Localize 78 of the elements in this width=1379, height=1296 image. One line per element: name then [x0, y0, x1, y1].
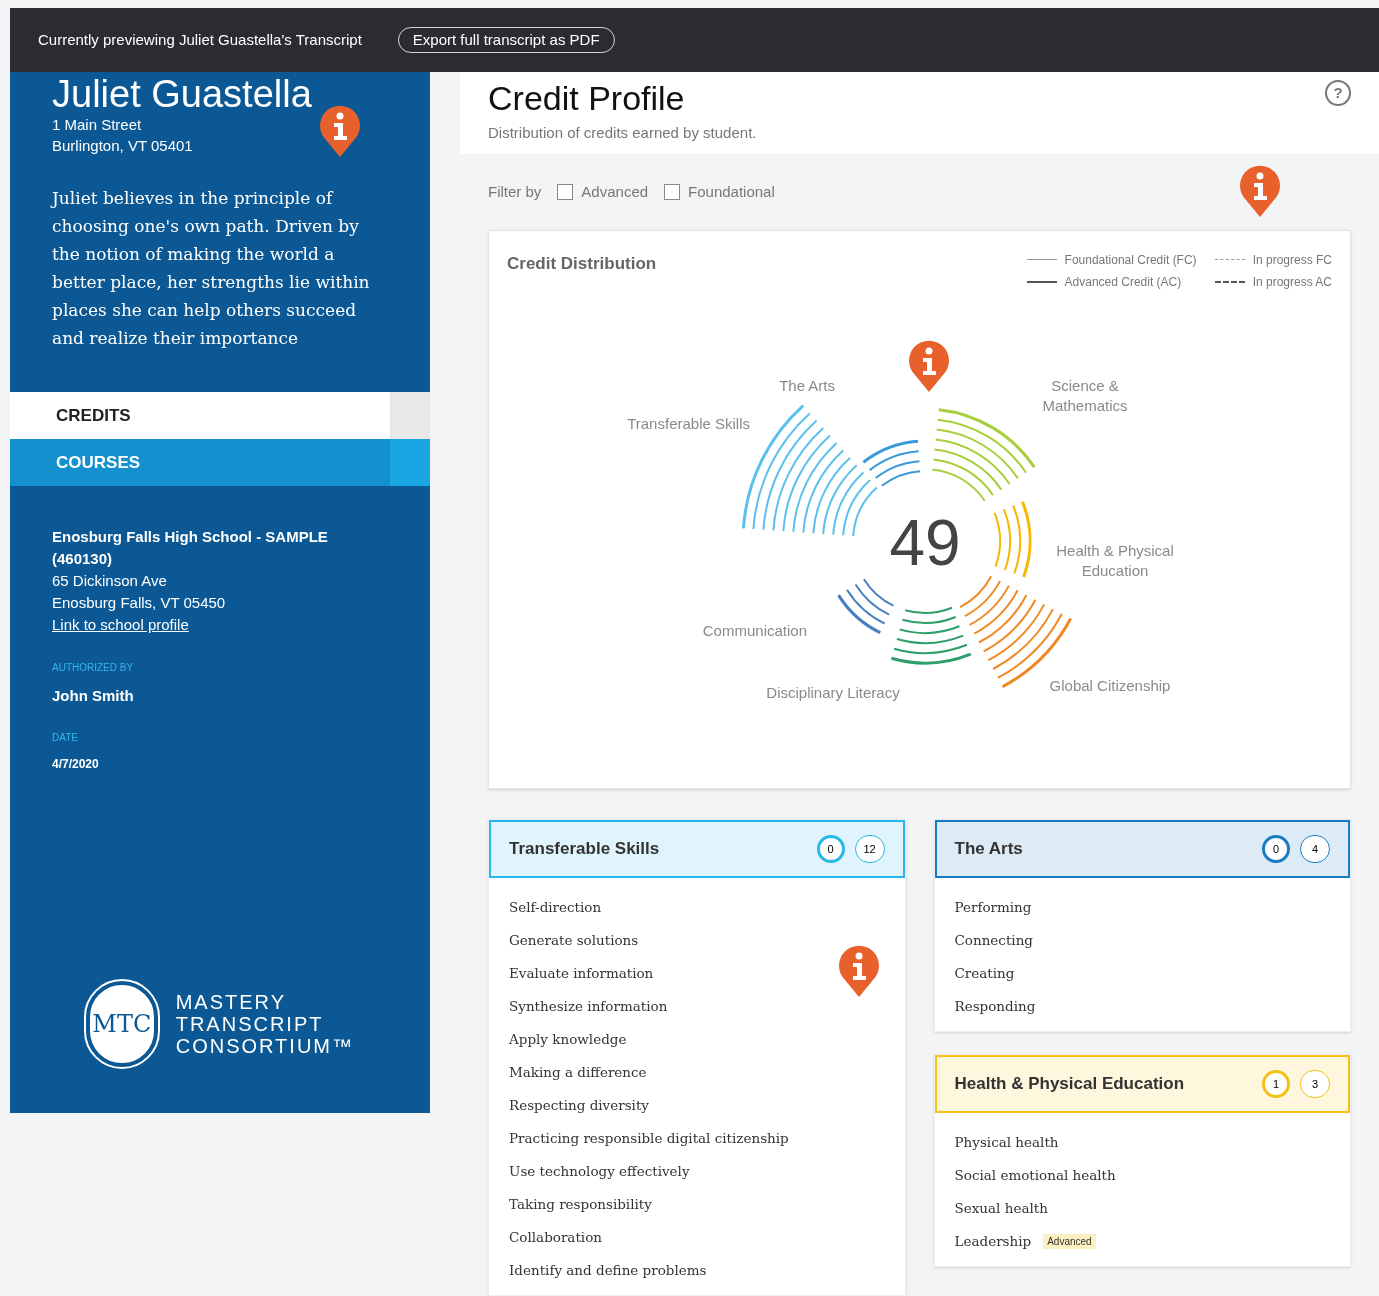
competency-item: Respecting diversity: [509, 1096, 649, 1115]
info-pin-icon: [1238, 164, 1282, 218]
nav-tab[interactable]: COURSES: [10, 439, 430, 486]
authorizer-name: John Smith: [52, 686, 135, 706]
legend-line-icon: [1026, 281, 1057, 283]
total-count: 3: [1300, 1070, 1330, 1098]
competency-item: Creating: [954, 964, 1015, 983]
legend-label: Advanced Credit (AC): [1064, 274, 1182, 291]
legend-label: In progress FC: [1252, 252, 1332, 269]
school-info-line: Enosburg Falls High School - SAMPLE (460130): [52, 527, 329, 569]
authorized-label: AUTHORIZED BY: [52, 661, 135, 675]
legend-line-icon: [1026, 259, 1057, 261]
nav-tab[interactable]: CREDITS: [10, 392, 430, 439]
total-count: 12: [854, 835, 885, 863]
competency-item: Evaluate information: [509, 964, 654, 983]
earned-count: 0: [816, 835, 845, 863]
earned-count: 0: [1262, 835, 1290, 863]
school-profile-link[interactable]: Link to school profile: [52, 614, 189, 636]
competency-item: Synthesize information: [509, 997, 668, 1016]
competency-item: Apply knowledge: [509, 1030, 627, 1049]
page-title: Credit Profile: [488, 78, 686, 119]
competency-item: Connecting: [954, 931, 1033, 950]
chart-title: Credit Distribution: [507, 253, 657, 275]
school-info-line: Enosburg Falls, VT 05450: [52, 593, 227, 613]
competency-item: Taking responsibility: [509, 1195, 652, 1214]
legend-label: Foundational Credit (FC): [1064, 252, 1197, 269]
competency-item: Making a difference: [509, 1063, 647, 1082]
logo-wordmark-line: CONSORTIUM™: [175, 1035, 354, 1057]
student-address-line: 1 Main Street: [52, 115, 143, 135]
student-address-line: Burlington, VT 05401: [52, 136, 194, 156]
segment-label: The Arts: [779, 377, 835, 394]
competency-item: Practicing responsible digital citizenship: [509, 1129, 789, 1148]
filter-option-label: Advanced: [581, 181, 649, 202]
total-count: 4: [1300, 835, 1330, 863]
competency-item: Performing: [954, 898, 1032, 917]
segment-label: Health & Physical Education: [1056, 542, 1174, 579]
filter-option-label: Foundational: [688, 181, 775, 202]
competency-item: Self-direction: [509, 898, 602, 917]
preview-notice: Currently previewing Juliet Guastella's Transcript: [38, 29, 362, 50]
card-title: Transferable Skills: [509, 838, 660, 861]
card-title: The Arts: [954, 838, 1023, 861]
logo-mark: MTC: [86, 981, 158, 1067]
logo-wordmark-line: MASTERY: [175, 991, 287, 1013]
competency-item: Use technology effectively: [509, 1162, 690, 1181]
logo-wordmark-line: TRANSCRIPT: [175, 1013, 325, 1035]
legend-line-icon: [1214, 281, 1245, 283]
competency-item: Sexual health: [954, 1199, 1048, 1218]
segment-label: Disciplinary Literacy: [766, 684, 900, 701]
filter-label: Filter by: [488, 181, 542, 202]
competency-item: Collaboration: [509, 1228, 602, 1247]
segment-label: Global Citizenship: [1049, 677, 1171, 694]
transcript-date: 4/7/2020: [52, 755, 100, 773]
school-info-line: 65 Dickinson Ave: [52, 571, 168, 591]
info-pin-icon: [907, 339, 951, 393]
student-bio: Juliet believes in the principle of choosing one's own path. Driven by the notion of making the world a better place, her strengths lie within places she can help others succeed and realize their importance: [52, 187, 371, 350]
segment-label: Science & Mathematics: [1042, 377, 1128, 414]
competency-item: Generate solutions: [509, 931, 639, 950]
segment-label: Communication: [702, 622, 807, 639]
competency-item: Physical health: [954, 1133, 1059, 1152]
competency-item: Identify and define problems: [509, 1261, 707, 1280]
filter-checkbox[interactable]: [664, 183, 681, 200]
total-credits: 49: [889, 507, 961, 579]
legend-line-icon: [1214, 259, 1245, 261]
student-name: Juliet Guastella: [52, 74, 313, 114]
filter-checkbox[interactable]: [557, 183, 574, 200]
earned-count: 1: [1262, 1070, 1290, 1098]
card-title: Health & Physical Education: [954, 1073, 1185, 1096]
page-subtitle: Distribution of credits earned by student.: [488, 123, 757, 143]
help-button[interactable]: ?: [1325, 80, 1351, 106]
info-pin-icon: [318, 104, 362, 158]
competency-item: Social emotional health: [954, 1166, 1116, 1185]
competency-item: Responding: [954, 997, 1036, 1016]
legend-label: In progress AC: [1252, 274, 1332, 291]
segment-label: Transferable Skills: [627, 415, 750, 432]
date-label: DATE: [52, 730, 79, 745]
competency-item: Leadership: [954, 1232, 1032, 1251]
advanced-badge: Advanced: [1043, 1233, 1096, 1249]
info-pin-icon: [837, 944, 881, 998]
